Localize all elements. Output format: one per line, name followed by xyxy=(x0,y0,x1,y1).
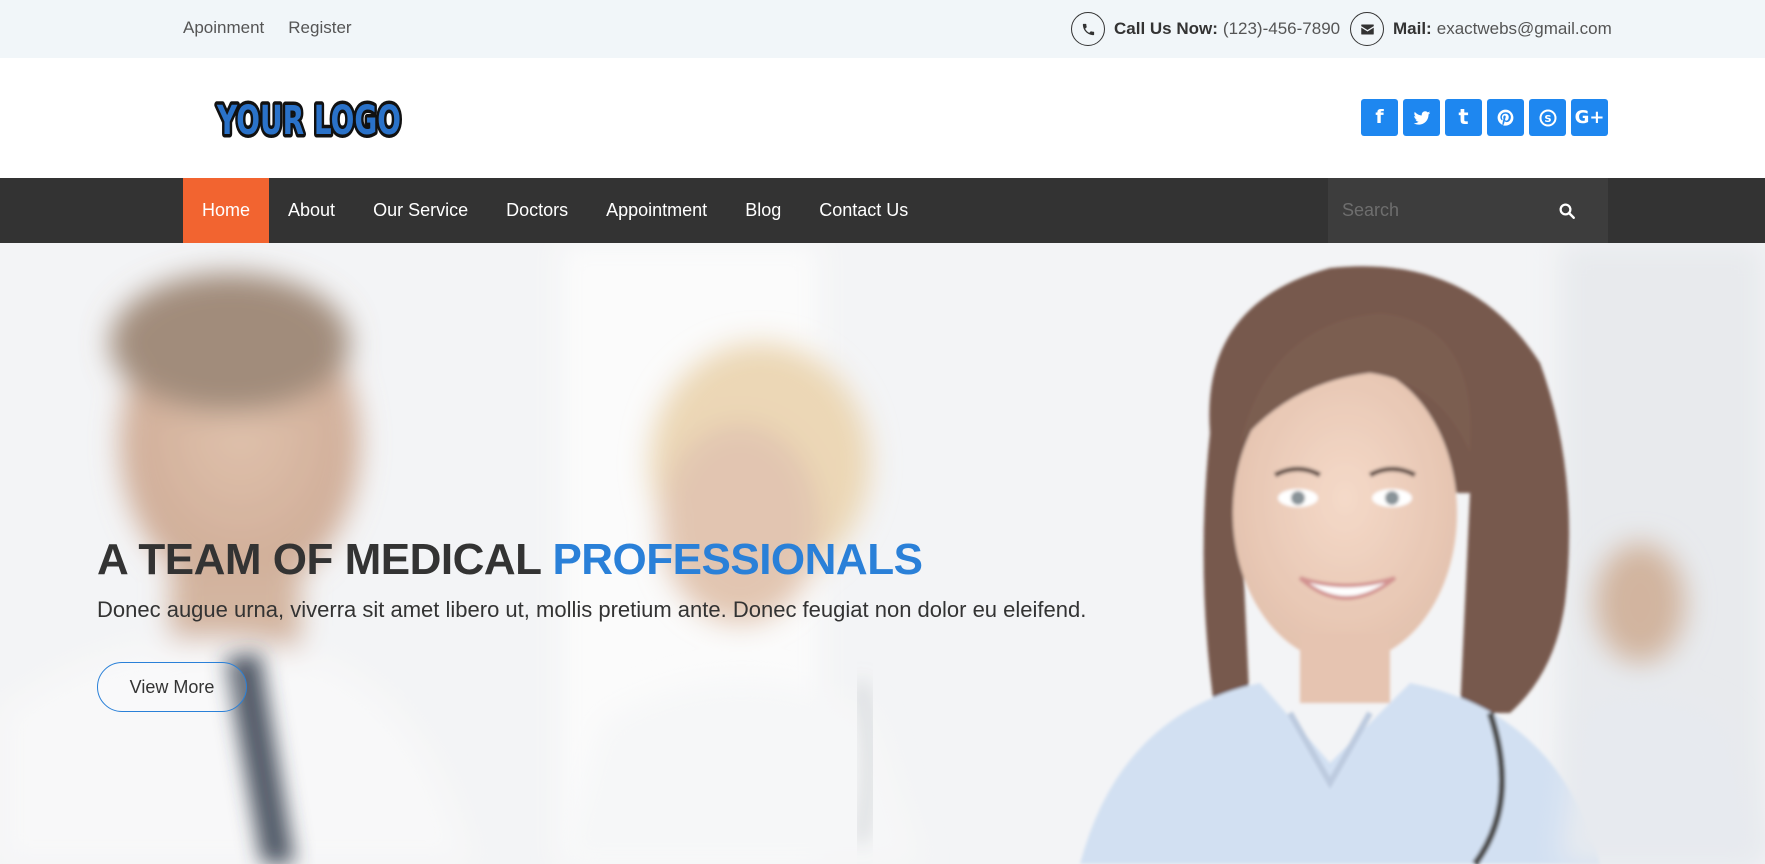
mail-contact: Mail: exactwebs@gmail.com xyxy=(1350,12,1612,46)
social-links: f t S G+ xyxy=(1361,99,1608,136)
svg-text:S: S xyxy=(1544,113,1551,124)
search-icon[interactable] xyxy=(1558,202,1576,220)
phone-contact: Call Us Now: (123)-456-7890 xyxy=(1071,12,1340,46)
hero-headline-accent: PROFESSIONALS xyxy=(552,535,923,584)
hero-headline-main: A TEAM OF MEDICAL xyxy=(97,535,553,584)
phone-label: Call Us Now: xyxy=(1114,19,1218,38)
top-bar: Apoinment Register Call Us Now: (123)-45… xyxy=(0,0,1765,58)
top-links: Apoinment Register xyxy=(183,18,352,38)
svg-text:YOUR LOGO: YOUR LOGO xyxy=(216,98,401,144)
nav-item-home[interactable]: Home xyxy=(183,178,270,243)
nav-item-appointment[interactable]: Appointment xyxy=(587,178,726,243)
skype-icon[interactable]: S xyxy=(1529,99,1566,136)
envelope-icon xyxy=(1350,12,1384,46)
google-plus-icon[interactable]: G+ xyxy=(1571,99,1608,136)
hero-slider: A TEAM OF MEDICAL PROFESSIONALS Donec au… xyxy=(0,243,1765,864)
nav-item-blog[interactable]: Blog xyxy=(726,178,800,243)
mail-label: Mail: xyxy=(1393,19,1432,38)
search-box xyxy=(1328,178,1608,243)
pinterest-icon[interactable] xyxy=(1487,99,1524,136)
nav-item-about[interactable]: About xyxy=(269,178,354,243)
register-link[interactable]: Register xyxy=(288,18,351,38)
hero-subtitle: Donec augue urna, viverra sit amet liber… xyxy=(97,597,1087,622)
tumblr-icon[interactable]: t xyxy=(1445,99,1482,136)
nav-menu: Home About Our Service Doctors Appointme… xyxy=(183,178,927,243)
facebook-icon[interactable]: f xyxy=(1361,99,1398,136)
nav-item-our-service[interactable]: Our Service xyxy=(354,178,487,243)
nav-item-contact-us[interactable]: Contact Us xyxy=(800,178,927,243)
phone-number: (123)-456-7890 xyxy=(1222,19,1341,38)
mail-address[interactable]: exactwebs@gmail.com xyxy=(1437,19,1612,39)
appointment-link[interactable]: Apoinment xyxy=(183,18,264,38)
twitter-icon[interactable] xyxy=(1403,99,1440,136)
main-navigation: Home About Our Service Doctors Appointme… xyxy=(0,178,1765,243)
search-input[interactable] xyxy=(1328,200,1548,221)
view-more-button[interactable]: View More xyxy=(97,662,247,712)
nav-item-doctors[interactable]: Doctors xyxy=(487,178,587,243)
site-header: YOUR LOGO YOUR LOGO f t S G+ xyxy=(0,58,1765,178)
site-logo[interactable]: YOUR LOGO YOUR LOGO xyxy=(214,92,404,147)
hero-headline: A TEAM OF MEDICAL PROFESSIONALS xyxy=(97,535,923,585)
phone-icon xyxy=(1071,12,1105,46)
